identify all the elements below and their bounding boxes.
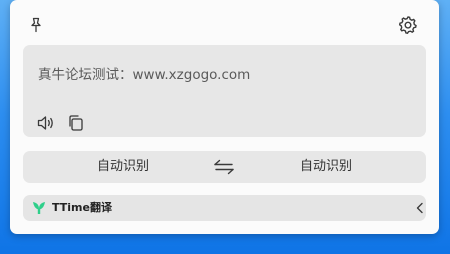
- speaker-icon[interactable]: [35, 112, 57, 134]
- copy-icon[interactable]: [65, 112, 87, 134]
- target-language-select[interactable]: 自动识别: [300, 151, 352, 183]
- top-toolbar: [10, 0, 439, 44]
- app-name: TTime翻译: [52, 201, 112, 214]
- chevron-left-icon[interactable]: [409, 197, 431, 219]
- translator-window: 真牛论坛测试：www.xzgogo.com 自动识别 自动识别 TTime翻译: [10, 0, 439, 234]
- gear-icon[interactable]: [397, 14, 419, 36]
- swap-arrows-icon[interactable]: [213, 156, 235, 178]
- source-text-panel[interactable]: 真牛论坛测试：www.xzgogo.com: [23, 45, 426, 137]
- pin-icon[interactable]: [25, 14, 47, 36]
- language-bar: 自动识别 自动识别: [23, 151, 426, 183]
- source-text[interactable]: 真牛论坛测试：www.xzgogo.com: [38, 63, 250, 83]
- footer-bar: TTime翻译: [23, 195, 426, 221]
- source-language-select[interactable]: 自动识别: [97, 151, 149, 183]
- ttime-logo-icon: [31, 200, 47, 216]
